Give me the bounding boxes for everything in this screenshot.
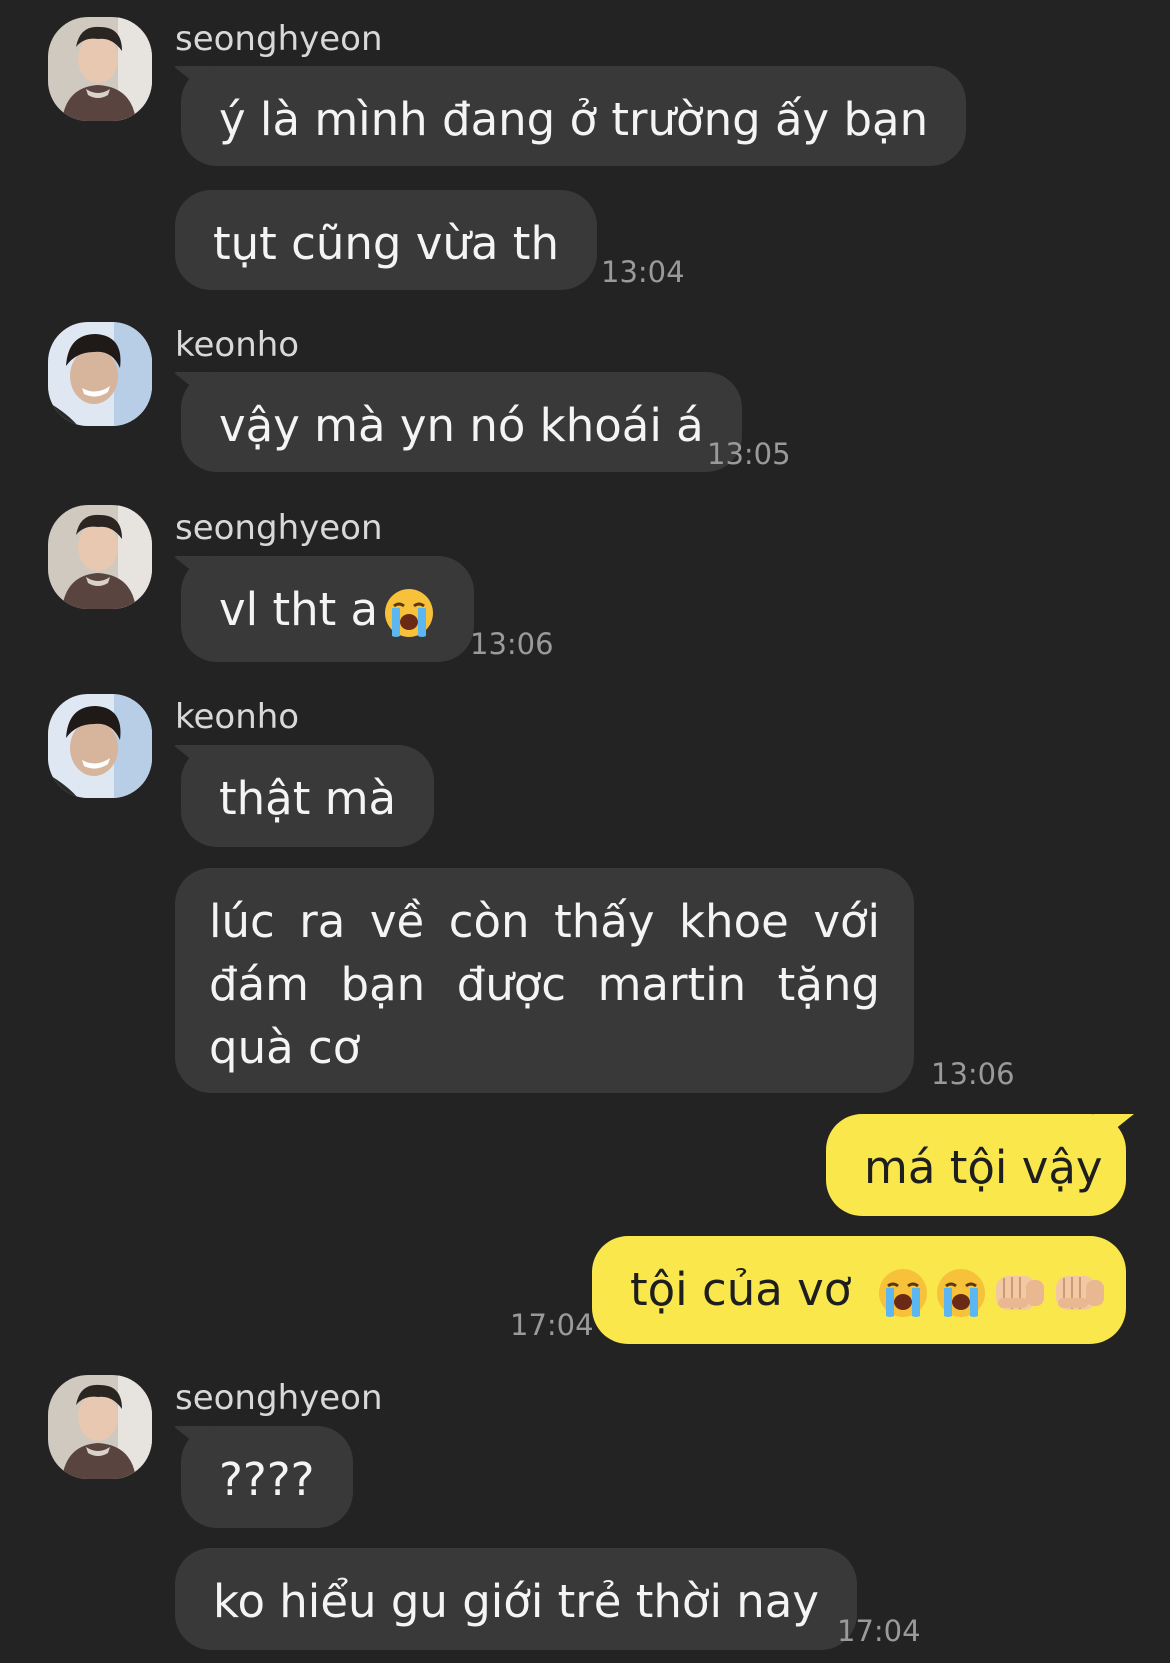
message-bubble[interactable]: ko hiểu gu giới trẻ thời nay: [175, 1548, 857, 1650]
sender-name: keonho: [175, 697, 300, 737]
oncoming-fist-icon: [992, 1268, 1048, 1318]
message-text: thật mà: [219, 772, 397, 825]
oncoming-fist-icon: [1052, 1268, 1108, 1318]
message-text: tụt cũng vừa th: [213, 217, 559, 270]
message-timestamp: 13:06: [470, 627, 554, 661]
message-bubble-outgoing[interactable]: tội của vơ: [592, 1236, 1126, 1344]
message-bubble[interactable]: ý là mình đang ở trường ấy bạn: [181, 66, 967, 166]
message-timestamp: 13:06: [931, 1057, 1015, 1091]
message-bubble[interactable]: tụt cũng vừa th: [175, 190, 597, 290]
avatar-keonho[interactable]: [48, 322, 152, 426]
message-text: ý là mình đang ở trường ấy bạn: [219, 93, 929, 146]
message-bubble[interactable]: vl tht a: [181, 556, 475, 662]
avatar-seonghyeon[interactable]: [48, 1375, 152, 1479]
sender-name: keonho: [175, 325, 300, 365]
loudly-crying-face-icon: [876, 1266, 930, 1320]
message-timestamp: 17:04: [510, 1308, 594, 1342]
loudly-crying-face-icon: [934, 1266, 988, 1320]
loudly-crying-face-icon: [382, 586, 436, 640]
avatar-keonho[interactable]: [48, 694, 152, 798]
avatar-image: [48, 1375, 152, 1479]
message-text: ????: [219, 1453, 315, 1506]
avatar-image: [48, 322, 152, 426]
message-timestamp: 13:05: [707, 437, 791, 471]
message-text: tội của vơ: [630, 1263, 852, 1316]
avatar-image: [48, 694, 152, 798]
message-text: vậy mà yn nó khoái á: [219, 399, 704, 452]
sender-name: seonghyeon: [175, 19, 383, 59]
message-timestamp: 13:04: [601, 255, 685, 289]
avatar-seonghyeon[interactable]: [48, 505, 152, 609]
message-timestamp: 17:04: [837, 1614, 921, 1648]
message-bubble[interactable]: lúc ra về còn thấy khoe với đám bạn được…: [175, 868, 914, 1093]
message-bubble[interactable]: ????: [181, 1426, 353, 1528]
message-text: lúc ra về còn thấy khoe với đám bạn được…: [209, 895, 880, 1074]
message-text: ko hiểu gu giới trẻ thời nay: [213, 1575, 819, 1628]
message-bubble[interactable]: thật mà: [181, 745, 435, 847]
sender-name: seonghyeon: [175, 1378, 383, 1418]
sender-name: seonghyeon: [175, 508, 383, 548]
message-bubble[interactable]: vậy mà yn nó khoái á: [181, 372, 742, 472]
message-text: má tội vậy: [864, 1141, 1103, 1194]
avatar-seonghyeon[interactable]: [48, 17, 152, 121]
message-text: vl tht a: [219, 583, 379, 636]
avatar-image: [48, 505, 152, 609]
message-bubble-outgoing[interactable]: má tội vậy: [826, 1114, 1126, 1216]
avatar-image: [48, 17, 152, 121]
